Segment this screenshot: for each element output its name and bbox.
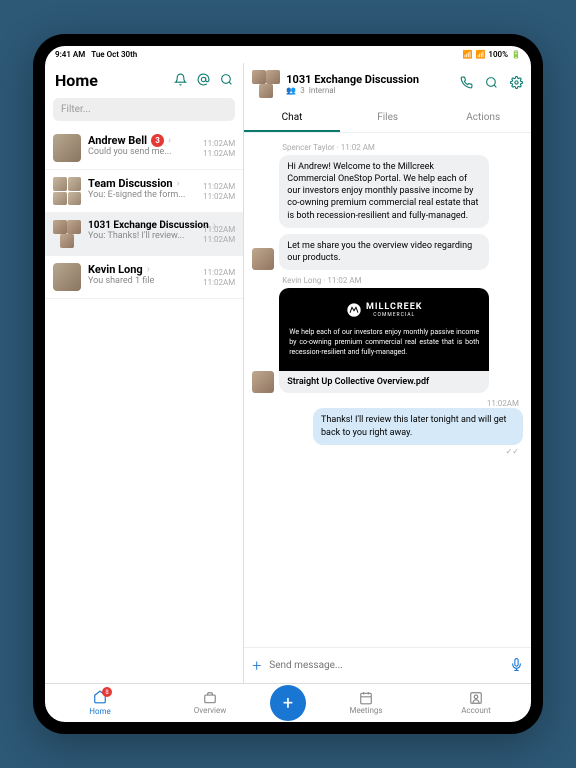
message-meta: Spencer Taylor · 11:02 AM [282,143,523,152]
battery-icon: 🔋 [511,50,521,59]
nav-account[interactable]: Account [421,685,531,721]
filter-input[interactable]: Filter... [53,98,235,121]
attachment-text: We help each of our investors enjoy mont… [289,328,479,357]
message-bubble: Hi Andrew! Welcome to the Millcreek Comm… [279,155,489,228]
message-input[interactable] [269,660,502,671]
chevron-right-icon: › [168,135,171,146]
battery-pct: 100% [488,50,508,59]
message-time: 11:02AM [252,399,519,408]
nav-badge: 8 [102,687,112,697]
convo-name: 1031 Exchange Discussion [88,220,209,231]
signal-icon: 📶 [462,50,472,59]
convo-name: Andrew Bell [88,134,147,147]
add-attachment-button[interactable]: + [252,656,261,675]
phone-icon[interactable] [460,76,473,92]
chat-title: 1031 Exchange Discussion [286,73,448,86]
avatar [53,134,81,162]
message-bubble: Let me share you the overview video rega… [279,234,489,270]
tab-files[interactable]: Files [340,105,436,132]
convo-name: Kevin Long [88,263,143,276]
nav-add-button[interactable]: + [270,685,306,721]
mic-icon[interactable] [510,658,523,674]
tab-chat[interactable]: Chat [244,105,340,132]
search-icon[interactable] [485,76,498,92]
avatar [252,248,274,270]
avatar [252,371,274,393]
message-bubble-sent: Thanks! I'll review this later tonight a… [313,408,523,444]
status-time: 9:41 AM [55,50,85,59]
unread-badge: 3 [151,134,164,147]
avatar-group [53,220,81,248]
conversation-item[interactable]: Team Discussion› You: E-signed the form.… [45,170,243,213]
search-icon[interactable] [220,73,233,89]
gear-icon[interactable] [510,76,523,92]
avatar-group [53,177,81,205]
bottom-nav: 8 Home Overview + Meetings Account [45,683,531,722]
conversation-list-pane: Home Filter... Andrew Bell3› Could you s… [45,63,244,683]
avatar-group [252,70,280,98]
chat-pane: 1031 Exchange Discussion 👥 3 Internal Chat… [244,63,531,683]
status-bar: 9:41 AM Tue Oct 30th 📶 📶 100% 🔋 [45,46,531,63]
tab-actions[interactable]: Actions [435,105,531,132]
bell-icon[interactable] [174,73,187,89]
wifi-icon: 📶 [475,50,485,59]
convo-name: Team Discussion [88,177,173,190]
convo-time: 11:02AM [203,139,235,148]
mention-icon[interactable] [197,73,210,89]
conversation-item[interactable]: 1031 Exchange Discussion› You: Thanks! I… [45,213,243,256]
attachment-logo-text: MILLCREEK [366,302,422,312]
home-title: Home [55,71,98,90]
nav-meetings[interactable]: Meetings [311,685,421,721]
nav-home[interactable]: 8 Home [45,684,155,722]
attachment-filename: Straight Up Collective Overview.pdf [279,371,489,393]
conversation-item[interactable]: Andrew Bell3› Could you send me... 11:02… [45,127,243,170]
read-receipt-icon: ✓✓ [252,447,519,456]
chat-scope: Internal [309,86,336,95]
message-meta: Kevin Long · 11:02 AM [282,276,523,285]
avatar [53,263,81,291]
members-icon: 👥 [286,86,296,95]
convo-time: 11:02AM [203,149,235,158]
conversation-item[interactable]: Kevin Long› You shared 1 file 11:02AM 11… [45,256,243,299]
attachment[interactable]: MILLCREEKCOMMERCIAL We help each of our … [279,288,489,393]
member-count: 3 [300,86,305,95]
status-date: Tue Oct 30th [91,50,137,59]
nav-overview[interactable]: Overview [155,685,265,721]
